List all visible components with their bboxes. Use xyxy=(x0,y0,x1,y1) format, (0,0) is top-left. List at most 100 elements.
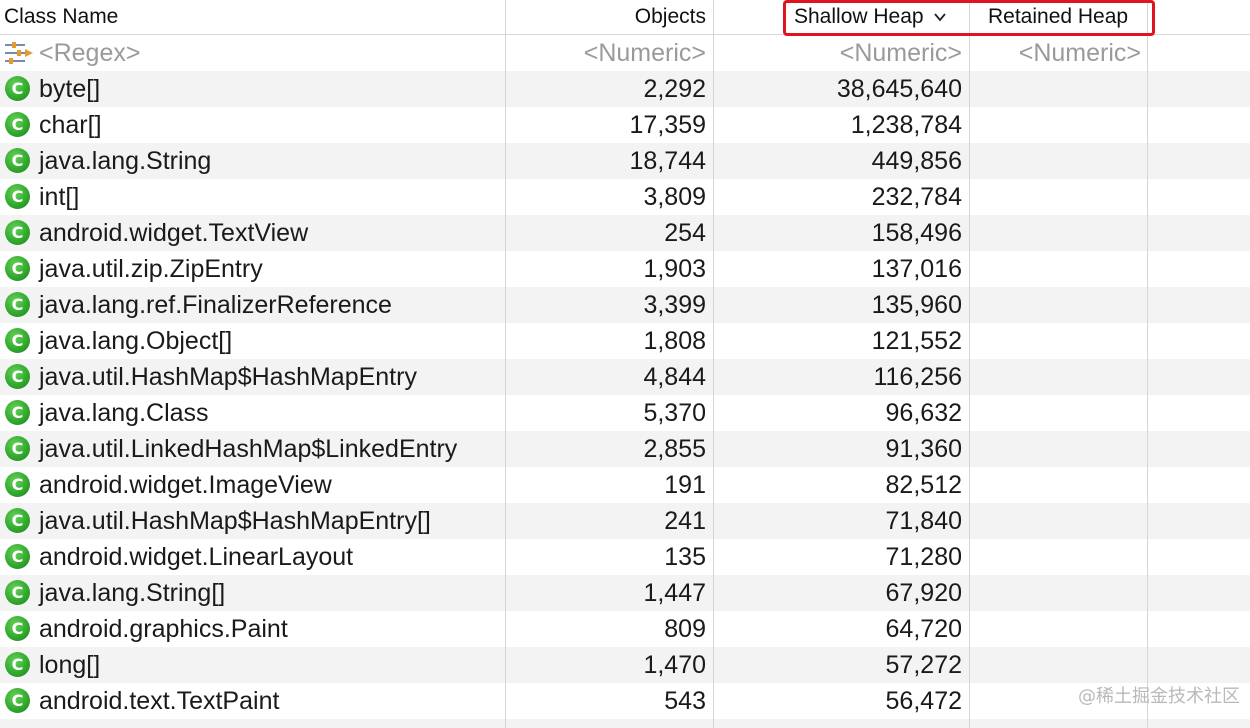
class-icon: C xyxy=(5,364,30,389)
class-icon: C xyxy=(5,616,30,641)
objects-cell: 254 xyxy=(664,219,706,247)
table-row[interactable]: Cjava.lang.ref.FinalizerReference 3,399 … xyxy=(0,287,1250,323)
objects-cell: 1,808 xyxy=(643,327,706,355)
table-row[interactable]: Cchar[] 17,359 1,238,784 xyxy=(0,107,1250,143)
objects-filter-input[interactable]: <Numeric> xyxy=(506,35,712,71)
class-name-cell: Cjava.util.HashMap$HashMapEntry xyxy=(0,359,505,395)
table-row[interactable]: Candroid.widget.ImageView 191 82,512 xyxy=(0,467,1250,503)
shallow-heap-cell: 1,238,784 xyxy=(850,111,962,139)
table-row[interactable]: Cjava.lang.String 18,744 449,856 xyxy=(0,143,1250,179)
table-row[interactable]: Candroid.widget.LinearLayout 135 71,280 xyxy=(0,539,1250,575)
class-icon: C xyxy=(5,184,30,209)
filter-regex-icon xyxy=(5,42,33,64)
objects-cell: 1,447 xyxy=(643,579,706,607)
column-header-retained-heap[interactable]: Retained Heap xyxy=(970,0,1147,34)
column-header-shallow-heap[interactable]: Shallow Heap xyxy=(714,0,968,34)
shallow-heap-cell: 137,016 xyxy=(871,255,962,283)
filter-row: <Regex> <Numeric> <Numeric> <Numeric> xyxy=(0,35,1250,71)
class-icon: C xyxy=(5,436,30,461)
watermark: @稀土掘金技术社区 xyxy=(1078,686,1240,707)
class-name-cell: Candroid.widget.TextView xyxy=(0,215,505,251)
shallow-heap-cell: 57,272 xyxy=(885,651,962,679)
class-icon: C xyxy=(5,652,30,677)
retained-heap-cell xyxy=(970,539,1147,575)
objects-cell: 4,844 xyxy=(643,363,706,391)
table-row[interactable]: Cjava.lang.Object[] 1,808 121,552 xyxy=(0,323,1250,359)
class-icon: C xyxy=(5,112,30,137)
column-separator xyxy=(1147,0,1148,728)
table-row[interactable]: Cjava.util.zip.ZipEntry 1,903 137,016 xyxy=(0,251,1250,287)
class-name-cell: Cjava.util.LinkedHashMap$LinkedEntry xyxy=(0,431,505,467)
table-row[interactable]: Clong[] 1,470 57,272 xyxy=(0,647,1250,683)
retained-heap-cell xyxy=(970,611,1147,647)
shallow-heap-cell: 82,512 xyxy=(885,471,962,499)
objects-cell: 18,744 xyxy=(629,147,706,175)
table-row[interactable]: Cjava.lang.String[] 1,447 67,920 xyxy=(0,575,1250,611)
column-header-class-name[interactable]: Class Name xyxy=(0,0,505,34)
objects-cell: 17,359 xyxy=(629,111,706,139)
column-header-objects[interactable]: Objects xyxy=(506,0,712,34)
retained-heap-cell xyxy=(970,431,1147,467)
column-separator xyxy=(713,0,714,728)
table-row[interactable]: Candroid.widget.TextView 254 158,496 xyxy=(0,215,1250,251)
objects-cell: 2,292 xyxy=(643,75,706,103)
objects-cell: 3,809 xyxy=(643,183,706,211)
class-icon: C xyxy=(5,508,30,533)
class-name-cell: Cjava.util.HashMap$HashMapEntry[] xyxy=(0,503,505,539)
class-name-cell: Cchar[] xyxy=(0,107,505,143)
objects-cell: 135 xyxy=(664,543,706,571)
table-row[interactable]: Candroid.graphics.Paint 809 64,720 xyxy=(0,611,1250,647)
retained-heap-cell xyxy=(970,179,1147,215)
shallow-heap-cell: 135,960 xyxy=(871,291,962,319)
shallow-heap-filter-input[interactable]: <Numeric> xyxy=(714,35,968,71)
class-name-cell: Candroid.widget.LinearLayout xyxy=(0,539,505,575)
class-name-cell: Clong[] xyxy=(0,647,505,683)
table-header: Class Name Objects Shallow Heap Retained… xyxy=(0,0,1250,35)
chevron-down-icon xyxy=(934,13,947,22)
class-icon: C xyxy=(5,292,30,317)
class-name-cell: Candroid.graphics.Paint xyxy=(0,611,505,647)
class-icon: C xyxy=(5,400,30,425)
table-row[interactable]: Cint[] 3,809 232,784 xyxy=(0,179,1250,215)
class-icon: C xyxy=(5,76,30,101)
shallow-heap-cell: 232,784 xyxy=(871,183,962,211)
objects-cell: 5,370 xyxy=(643,399,706,427)
class-name-cell: Cint[] xyxy=(0,179,505,215)
class-icon: C xyxy=(5,472,30,497)
retained-heap-cell xyxy=(970,503,1147,539)
objects-cell: 191 xyxy=(664,471,706,499)
retained-heap-cell xyxy=(970,143,1147,179)
table-row[interactable]: Cbyte[] 2,292 38,645,640 xyxy=(0,71,1250,107)
shallow-heap-cell: 116,256 xyxy=(873,363,962,391)
column-separator xyxy=(969,0,970,728)
shallow-heap-cell: 56,472 xyxy=(885,687,962,715)
retained-heap-cell xyxy=(970,215,1147,251)
shallow-heap-cell: 121,552 xyxy=(871,327,962,355)
table-row[interactable]: Candroid.text.TextPaint 543 56,472 xyxy=(0,683,1250,719)
class-name-filter-input[interactable]: <Regex> xyxy=(0,35,505,71)
class-icon: C xyxy=(5,256,30,281)
retained-heap-cell xyxy=(970,323,1147,359)
shallow-heap-cell: 91,360 xyxy=(885,435,962,463)
retained-heap-cell xyxy=(970,251,1147,287)
retained-heap-filter-input[interactable]: <Numeric> xyxy=(970,35,1147,71)
class-icon: C xyxy=(5,148,30,173)
table-row[interactable]: Cjava.util.HashMap$HashMapEntry[] 241 71… xyxy=(0,503,1250,539)
retained-heap-cell xyxy=(970,287,1147,323)
shallow-heap-cell: 67,920 xyxy=(885,579,962,607)
table-row[interactable]: Cjava.util.LinkedHashMap$LinkedEntry 2,8… xyxy=(0,431,1250,467)
objects-cell: 241 xyxy=(664,507,706,535)
table-row[interactable]: Cjava.lang.Class 5,370 96,632 xyxy=(0,395,1250,431)
column-separator xyxy=(505,0,506,728)
retained-heap-cell xyxy=(970,395,1147,431)
class-name-cell: Cjava.lang.ref.FinalizerReference xyxy=(0,287,505,323)
class-name-cell: Candroid.widget.ImageView xyxy=(0,467,505,503)
shallow-heap-cell: 71,280 xyxy=(885,543,962,571)
table-row-partial[interactable] xyxy=(0,719,1250,728)
shallow-heap-cell: 71,840 xyxy=(885,507,962,535)
class-name-cell: Candroid.text.TextPaint xyxy=(0,683,505,719)
table-row[interactable]: Cjava.util.HashMap$HashMapEntry 4,844 11… xyxy=(0,359,1250,395)
shallow-heap-cell: 158,496 xyxy=(871,219,962,247)
class-icon: C xyxy=(5,580,30,605)
retained-heap-cell xyxy=(970,467,1147,503)
